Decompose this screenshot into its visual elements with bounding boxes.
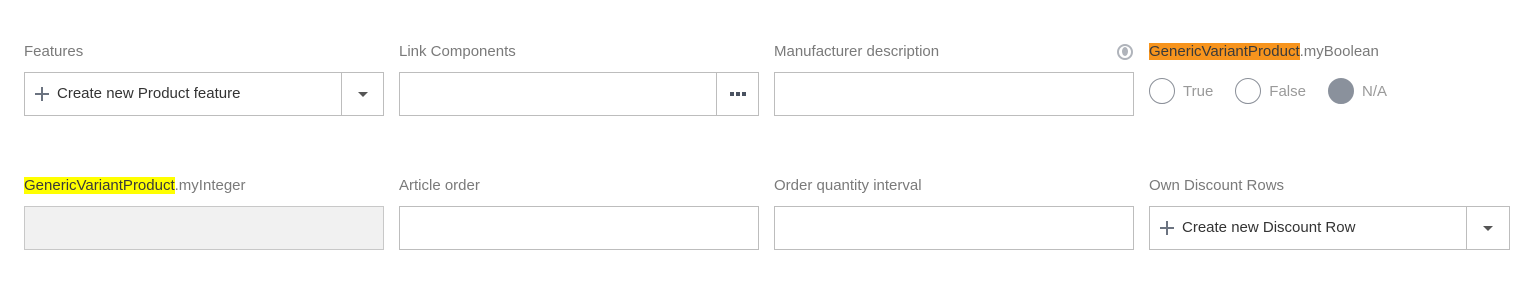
radio-true-label: True — [1183, 82, 1214, 100]
globe-icon[interactable] — [1117, 44, 1133, 60]
my-boolean-label: GenericVariantProduct.myBoolean — [1149, 43, 1379, 61]
link-components-input[interactable] — [400, 73, 716, 115]
radio-true[interactable]: True — [1149, 78, 1213, 104]
radio-na-label: N/A — [1361, 82, 1387, 100]
article-order-input[interactable] — [399, 206, 759, 250]
my-integer-label: GenericVariantProduct.myInteger — [24, 177, 246, 195]
discount-rows-dropdown-button[interactable] — [1467, 207, 1510, 249]
plus-icon — [35, 86, 49, 101]
features-combo[interactable]: Create new Product feature — [24, 72, 384, 116]
chevron-down-icon — [1483, 226, 1493, 231]
create-product-feature-button[interactable]: Create new Product feature — [35, 85, 240, 102]
my-boolean-radio-group: True False N/A — [1149, 78, 1409, 104]
radio-true-circle[interactable] — [1149, 78, 1175, 104]
create-product-feature-label: Create new Product feature — [57, 85, 241, 102]
own-discount-rows-combo[interactable]: Create new Discount Row — [1149, 206, 1510, 250]
features-label: Features — [24, 43, 84, 60]
link-components-field[interactable] — [399, 72, 759, 116]
search-highlight: GenericVariantProduct — [1149, 43, 1300, 60]
create-discount-row-label: Create new Discount Row — [1182, 219, 1356, 236]
features-dropdown-button[interactable] — [342, 73, 384, 115]
radio-false-label: False — [1269, 82, 1306, 100]
ellipsis-icon — [730, 92, 746, 96]
order-quantity-interval-label: Order quantity interval — [774, 177, 922, 194]
radio-na-circle[interactable] — [1327, 78, 1354, 104]
search-highlight: GenericVariantProduct — [24, 177, 175, 194]
order-quantity-interval-input[interactable] — [774, 206, 1134, 250]
radio-false-circle[interactable] — [1235, 78, 1262, 104]
own-discount-rows-label: Own Discount Rows — [1149, 177, 1285, 194]
my-integer-label-suffix: .myInteger — [174, 177, 246, 194]
chevron-down-icon — [358, 92, 368, 97]
manufacturer-description-label: Manufacturer description — [774, 43, 940, 60]
link-components-label: Link Components — [399, 43, 516, 60]
my-integer-input — [24, 206, 384, 250]
article-order-label: Article order — [399, 177, 480, 194]
radio-false[interactable]: False — [1235, 78, 1306, 104]
plus-icon — [1160, 220, 1174, 235]
link-components-browse-button[interactable] — [717, 73, 759, 115]
radio-na[interactable]: N/A — [1327, 78, 1387, 104]
manufacturer-description-input[interactable] — [774, 72, 1134, 116]
create-discount-row-button[interactable]: Create new Discount Row — [1160, 219, 1355, 236]
my-boolean-label-suffix: .myBoolean — [1299, 43, 1379, 60]
